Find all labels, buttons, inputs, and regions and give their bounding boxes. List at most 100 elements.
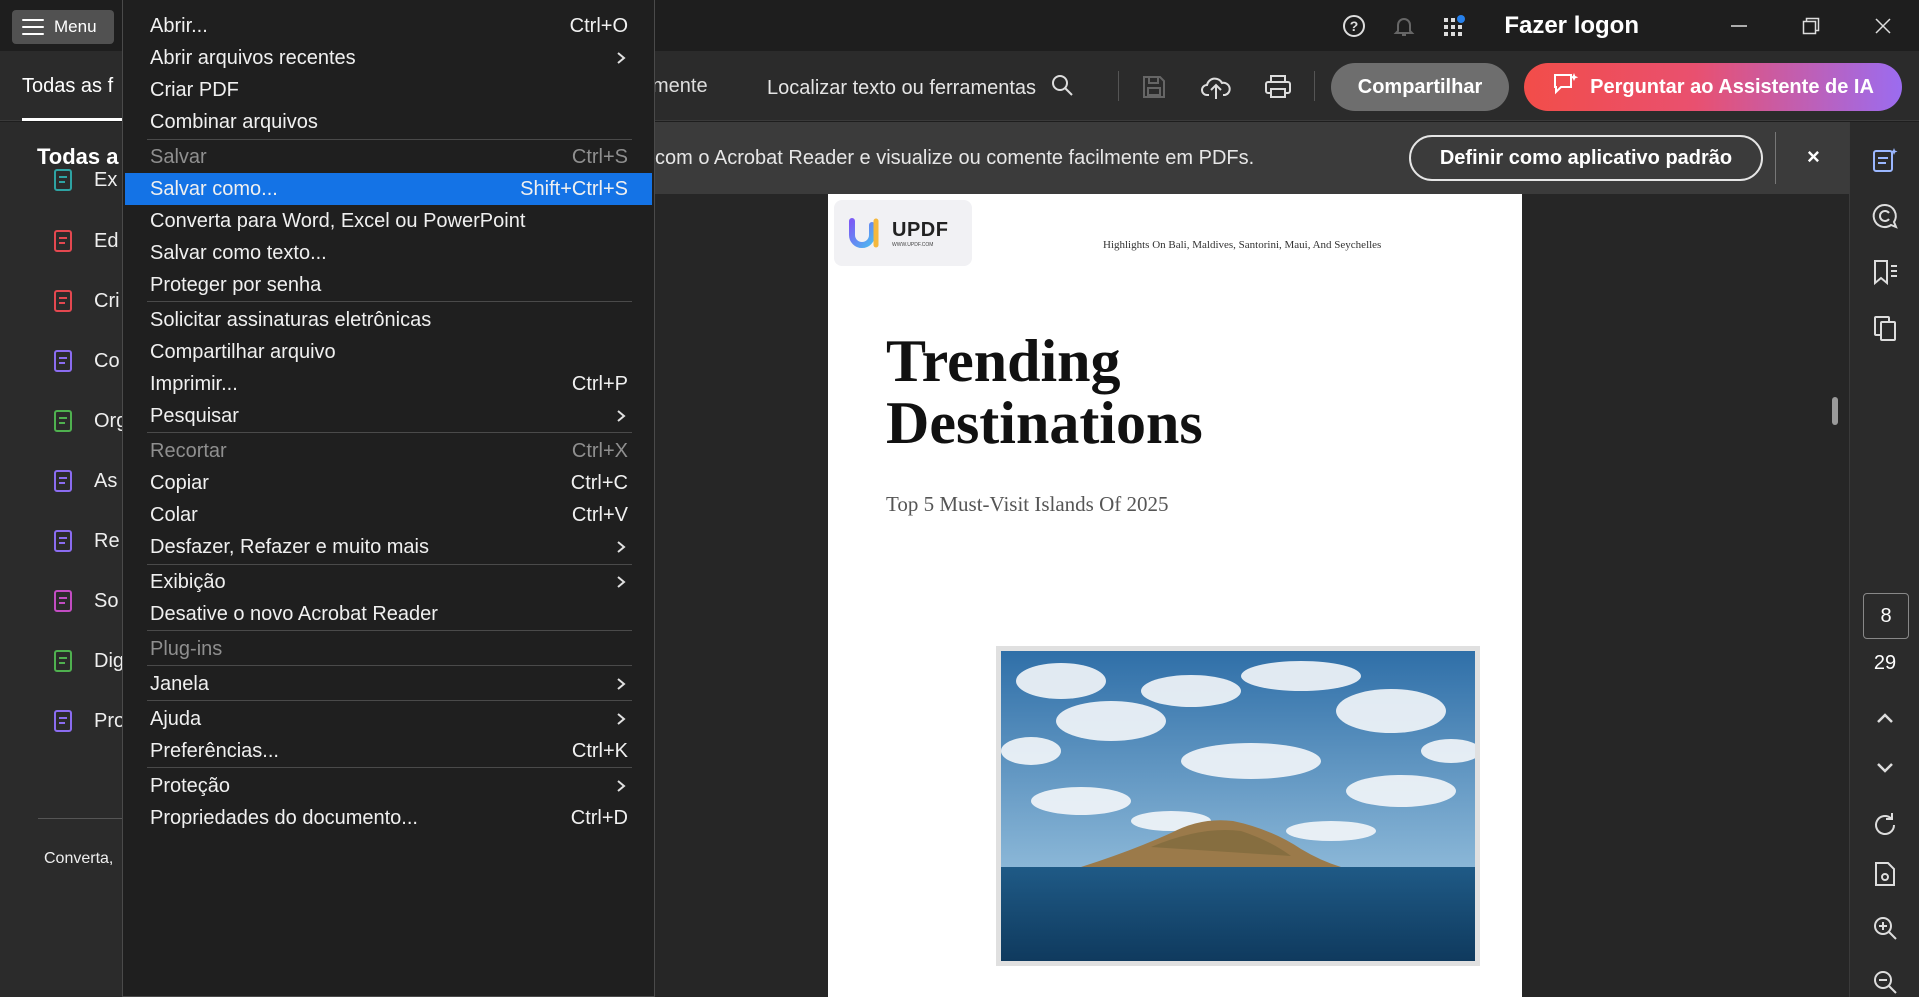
menu-item-shortcut: Shift+Ctrl+S	[520, 177, 628, 200]
tool-item-2[interactable]: Ed	[50, 226, 130, 256]
menu-item-label: Proteger por senha	[150, 273, 322, 296]
banner-divider	[1775, 132, 1776, 184]
save-icon[interactable]	[1138, 71, 1170, 103]
tab-all-tools[interactable]: Todas as f	[22, 75, 113, 98]
default-app-banner: com o Acrobat Reader e visualize ou come…	[655, 122, 1849, 194]
menu-item-label: Janela	[150, 672, 209, 695]
menu-item-shortcut: Ctrl+D	[570, 806, 628, 829]
menu-item-15[interactable]: Copiar Ctrl+C	[125, 467, 652, 499]
chevron-up-icon[interactable]	[1871, 704, 1899, 732]
comment-icon[interactable]	[1871, 202, 1899, 230]
menu-item-10[interactable]: Solicitar assinaturas eletrônicas	[125, 304, 652, 336]
menu-item-12[interactable]: Imprimir... Ctrl+P	[125, 368, 652, 400]
menu-item-label: Preferências...	[150, 739, 279, 762]
menu-item-11[interactable]: Compartilhar arquivo	[125, 336, 652, 368]
current-page-input[interactable]: 8	[1863, 593, 1909, 639]
ai-sparkle-icon	[1552, 71, 1580, 103]
create-pdf-icon	[50, 288, 76, 314]
tool-search[interactable]: Localizar texto ou ferramentas	[767, 73, 1074, 103]
apps-grid-icon[interactable]	[1442, 14, 1466, 38]
tab-comment[interactable]: mente	[652, 75, 708, 98]
bookmark-icon[interactable]	[1871, 258, 1899, 286]
menu-item-25[interactable]: Propriedades do documento... Ctrl+D	[125, 802, 652, 834]
updf-logo: UPDF WWW.UPDF.COM	[834, 200, 972, 266]
tool-item-5[interactable]: Org	[50, 406, 130, 436]
tool-item-10[interactable]: Pro	[50, 706, 130, 736]
menu-item-label: Criar PDF	[150, 78, 239, 101]
toolbar-divider	[1118, 71, 1119, 101]
share-button[interactable]: Compartilhar	[1331, 63, 1509, 111]
page-settings-icon[interactable]	[1871, 860, 1899, 888]
page-header-text: Highlights On Bali, Maldives, Santorini,…	[1103, 239, 1382, 251]
menu-item-13[interactable]: Pesquisar	[125, 400, 652, 432]
menu-item-label: Salvar como texto...	[150, 241, 327, 264]
tool-item-6[interactable]: As	[50, 466, 130, 496]
edit-pdf-icon	[50, 228, 76, 254]
menu-item-6[interactable]: Salvar como... Shift+Ctrl+S	[125, 173, 652, 205]
help-circle-icon[interactable]: ?	[1342, 14, 1366, 38]
document-title: Trending Destinations	[886, 330, 1203, 454]
menu-item-7[interactable]: Converta para Word, Excel ou PowerPoint	[125, 205, 652, 237]
menu-item-9[interactable]: Proteger por senha	[125, 269, 652, 301]
zoom-in-icon[interactable]	[1871, 914, 1899, 942]
menu-item-label: Proteção	[150, 774, 231, 797]
scan-icon	[50, 648, 76, 674]
chevron-right-icon	[614, 677, 628, 691]
ai-assistant-panel-icon[interactable]	[1871, 146, 1899, 174]
protect-icon	[50, 708, 76, 734]
tool-item-7[interactable]: Re	[50, 526, 130, 556]
restore-button[interactable]	[1775, 0, 1847, 51]
chevron-right-icon	[614, 409, 628, 423]
zoom-out-icon[interactable]	[1871, 968, 1899, 996]
cloud-upload-icon[interactable]	[1200, 71, 1232, 103]
ai-assistant-button[interactable]: Perguntar ao Assistente de IA	[1524, 63, 1902, 111]
tool-item-label: Cri	[94, 289, 120, 312]
menu-item-22[interactable]: Ajuda	[125, 703, 652, 735]
menu-item-4[interactable]: Combinar arquivos	[125, 106, 652, 138]
pdf-page[interactable]: UPDF WWW.UPDF.COM Highlights On Bali, Ma…	[828, 194, 1522, 997]
menu-item-21[interactable]: Janela	[125, 668, 652, 700]
banner-message: com o Acrobat Reader e visualize ou come…	[655, 147, 1255, 169]
menu-item-17[interactable]: Desfazer, Refazer e muito mais	[125, 531, 652, 563]
tool-item-8[interactable]: So	[50, 586, 130, 616]
menu-item-shortcut: Ctrl+O	[569, 14, 628, 37]
menu-item-24[interactable]: Proteção	[125, 770, 652, 802]
vertical-scrollbar-thumb[interactable]	[1832, 397, 1838, 425]
updf-logo-icon	[849, 218, 879, 248]
tool-item-label: Ed	[94, 229, 119, 252]
menu-item-label: Colar	[150, 503, 198, 526]
menu-item-19[interactable]: Desative o novo Acrobat Reader	[125, 598, 652, 630]
print-icon[interactable]	[1262, 71, 1294, 103]
menu-item-2[interactable]: Abrir arquivos recentes	[125, 42, 652, 74]
sign-in-link[interactable]: Fazer logon	[1504, 12, 1639, 40]
menu-item-label: Solicitar assinaturas eletrônicas	[150, 308, 432, 331]
menu-item-label: Abrir arquivos recentes	[150, 46, 356, 69]
bell-icon[interactable]	[1392, 14, 1416, 38]
menu-item-3[interactable]: Criar PDF	[125, 74, 652, 106]
menu-item-label: Propriedades do documento...	[150, 806, 418, 829]
menu-separator	[147, 767, 632, 768]
rotate-icon[interactable]	[1871, 811, 1899, 839]
pages-icon[interactable]	[1871, 314, 1899, 342]
tool-item-9[interactable]: Dig	[50, 646, 130, 676]
menu-item-1[interactable]: Abrir... Ctrl+O	[125, 10, 652, 42]
close-window-button[interactable]	[1847, 0, 1919, 51]
tool-item-label: So	[94, 589, 119, 612]
tool-item-4[interactable]: Co	[50, 346, 130, 376]
menu-item-label: Combinar arquivos	[150, 110, 318, 133]
tool-item-label: Re	[94, 529, 120, 552]
tool-item-1[interactable]: Ex	[50, 165, 130, 195]
menu-button[interactable]: Menu	[12, 10, 114, 44]
tool-item-3[interactable]: Cri	[50, 286, 130, 316]
menu-item-23[interactable]: Preferências... Ctrl+K	[125, 735, 652, 767]
minimize-button[interactable]	[1703, 0, 1775, 51]
set-default-app-button[interactable]: Definir como aplicativo padrão	[1409, 135, 1763, 181]
menu-item-8[interactable]: Salvar como texto...	[125, 237, 652, 269]
menu-item-16[interactable]: Colar Ctrl+V	[125, 499, 652, 531]
menu-separator	[147, 665, 632, 666]
chevron-down-icon[interactable]	[1871, 754, 1899, 782]
banner-close-button[interactable]: ×	[1807, 144, 1820, 170]
chevron-right-icon	[614, 712, 628, 726]
panel-divider	[38, 818, 122, 819]
menu-item-18[interactable]: Exibição	[125, 566, 652, 598]
